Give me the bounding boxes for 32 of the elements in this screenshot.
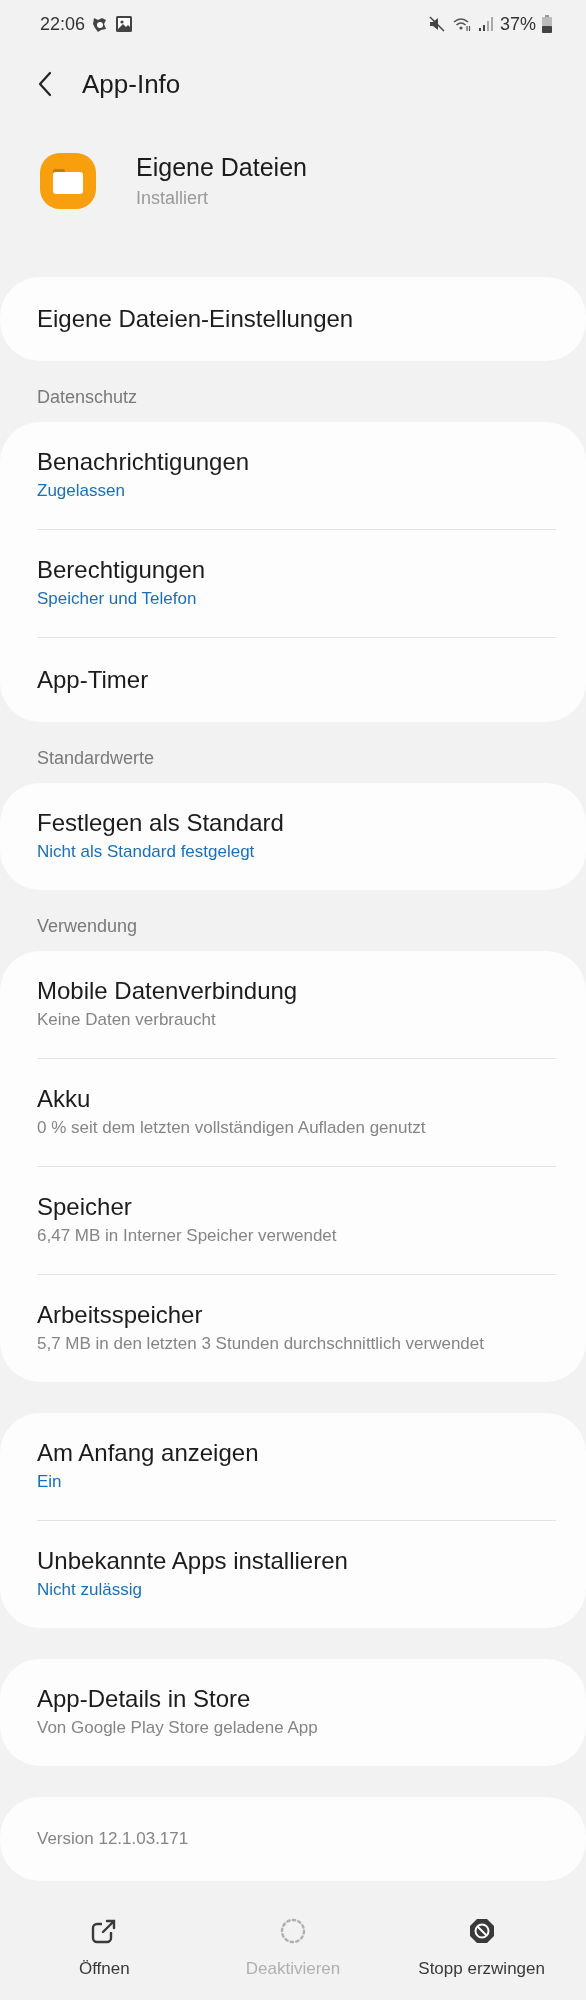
action-button[interactable]: Öffnen xyxy=(14,1909,195,1987)
app-name: Eigene Dateien xyxy=(136,153,307,182)
settings-item[interactable]: Am Anfang anzeigen Ein xyxy=(0,1413,586,1520)
settings-item[interactable]: App-Timer xyxy=(0,638,586,722)
signal-icon xyxy=(477,15,494,33)
settings-item[interactable]: Unbekannte Apps installieren Nicht zulässig xyxy=(0,1521,586,1628)
battery-icon xyxy=(542,15,552,33)
action-button[interactable]: Stopp erzwingen xyxy=(391,1909,572,1987)
open-icon xyxy=(90,1917,119,1945)
settings-item[interactable]: Akku 0 % seit dem letzten vollständigen Aufladen genutzt xyxy=(0,1059,586,1166)
image-icon xyxy=(115,15,134,33)
dotted-circle-icon xyxy=(279,1917,307,1945)
settings-item[interactable]: Arbeitsspeicher 5,7 MB in den letzten 3 Stunden durchschnittlich verwendet xyxy=(0,1275,586,1382)
settings-item[interactable]: Mobile Datenverbindung Keine Daten verbraucht xyxy=(0,951,586,1058)
battery-percent: 37% xyxy=(499,13,536,35)
settings-item[interactable]: Benachrichtigungen Zugelassen xyxy=(0,422,586,529)
settings-item[interactable]: Festlegen als Standard Nicht als Standard festgelegt xyxy=(0,783,586,890)
clock-time: 22:06 xyxy=(40,13,86,35)
page-title: App-Info xyxy=(82,68,181,100)
settings-item[interactable]: Eigene Dateien-Einstellungen xyxy=(0,277,586,361)
section-header: Datenschutz xyxy=(36,386,139,409)
mute-icon xyxy=(427,15,446,33)
section-header: Standardwerte xyxy=(36,747,156,770)
section-header: Verwendung xyxy=(36,915,139,938)
stop-icon xyxy=(467,1917,496,1945)
install-status: Installiert xyxy=(136,188,210,209)
wifi-icon xyxy=(451,15,472,33)
settings-item[interactable]: Berechtigungen Speicher und Telefon xyxy=(0,530,586,637)
version-text: Version 12.1.03.171 xyxy=(37,1829,190,1849)
settings-item[interactable]: App-Details in Store Von Google Play Store geladene App xyxy=(0,1659,586,1766)
folder-app-icon xyxy=(40,153,96,209)
settings-item[interactable]: Speicher 6,47 MB in Interner Speicher verwendet xyxy=(0,1167,586,1274)
